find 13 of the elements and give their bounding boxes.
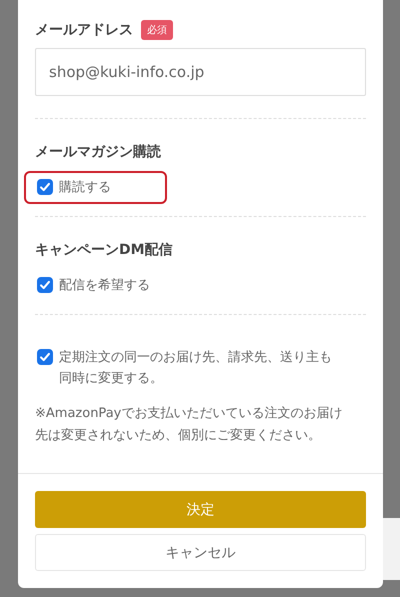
note-text: ※AmazonPayでお支払いただいている注文のお届け先は変更されないため、個別にご変更ください。 — [35, 405, 343, 445]
checkbox[interactable] — [37, 179, 53, 195]
checkbox[interactable] — [37, 277, 53, 293]
email-input[interactable]: shop@kuki-info.co.jp — [35, 48, 366, 96]
section-title: キャンペーンDM配信 — [35, 241, 174, 259]
checkbox-label: 配信を希望する — [59, 277, 150, 295]
field-label: メールアドレス — [35, 21, 133, 39]
required-badge: 必須 — [141, 20, 173, 40]
checkbox-label: 定期注文の同一のお届け先、請求先、送り主も同時に変更する。 — [59, 349, 333, 388]
checkbox-label: 購読する — [59, 179, 111, 197]
section-title: メールマガジン購読 — [35, 143, 162, 161]
cancel-button[interactable]: キャンセル — [35, 534, 366, 571]
checkbox[interactable] — [37, 349, 53, 365]
